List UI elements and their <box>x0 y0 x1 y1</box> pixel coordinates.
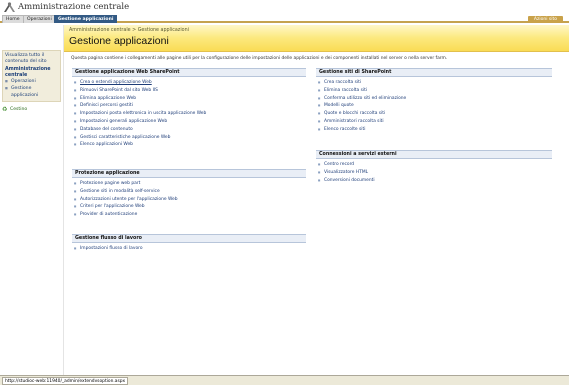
page-title: Gestione applicazioni <box>69 35 169 47</box>
link-create-site-collection[interactable]: Crea raccolta siti <box>316 79 552 87</box>
link-authentication-providers[interactable]: Provider di autenticazione <box>72 211 306 219</box>
section-heading: Connessioni a servizi esterni <box>316 150 552 159</box>
nav-item-operazioni[interactable]: Operazioni <box>5 78 58 85</box>
link-manage-features[interactable]: Gestisci caratteristiche applicazione We… <box>72 134 306 142</box>
link-self-service-sites[interactable]: Gestione siti in modalità self-service <box>72 188 306 196</box>
link-list: Centro record Visualizzatore HTML Conver… <box>316 159 552 184</box>
link-document-conversions[interactable]: Conversioni documenti <box>316 177 552 185</box>
section-heading: Gestione siti di SharePoint <box>316 68 552 77</box>
link-user-permissions[interactable]: Autorizzazioni utente per l'applicazione… <box>72 196 306 204</box>
link-web-app-list[interactable]: Elenco applicazioni Web <box>72 141 306 149</box>
sharepoint-logo-icon <box>4 2 15 12</box>
link-list: Crea o estendi applicazione Web Rimuovi … <box>72 77 306 149</box>
section-heading: Gestione applicazione Web SharePoint <box>72 68 306 77</box>
site-actions-button[interactable]: Azioni sito <box>527 16 563 23</box>
link-quota-templates[interactable]: Modelli quote <box>316 102 552 110</box>
link-managed-paths[interactable]: Definisci percorsi gestiti <box>72 102 306 110</box>
tab-home[interactable]: Home <box>2 15 24 23</box>
link-quotas-locks[interactable]: Quote e blocchi raccolta siti <box>316 110 552 118</box>
left-navigation: Visualizza tutto il contenuto del sito A… <box>0 25 64 375</box>
top-nav-tabs: Home Operazioni Gestione applicazioni Az… <box>0 14 569 23</box>
link-policy-web-app[interactable]: Criteri per l'applicazione Web <box>72 203 306 211</box>
link-content-databases[interactable]: Database del contenuto <box>72 126 306 134</box>
link-site-collection-list[interactable]: Elenco raccolte siti <box>316 126 552 134</box>
section-application-security: Protezione applicazione Protezione pagin… <box>72 169 306 219</box>
link-workflow-settings[interactable]: Impostazioni flusso di lavoro <box>72 245 306 253</box>
link-site-use-confirmation[interactable]: Conferma utilizzo siti ed eliminazione <box>316 95 552 103</box>
link-list: Crea raccolta siti Elimina raccolta siti… <box>316 77 552 134</box>
section-heading: Gestione flusso di lavoro <box>72 234 306 243</box>
title-bar: Amministrazione centrale <box>0 0 569 14</box>
link-list: Protezione pagine web part Gestione siti… <box>72 178 306 219</box>
link-web-part-security[interactable]: Protezione pagine web part <box>72 180 306 188</box>
link-records-center[interactable]: Centro record <box>316 161 552 169</box>
page-description: Questa pagina contiene i collegamenti al… <box>71 56 448 61</box>
section-workflow-management: Gestione flusso di lavoro Impostazioni f… <box>72 234 306 253</box>
recycle-bin-link[interactable]: Cestino <box>2 106 61 113</box>
nav-item-gestione-applicazioni[interactable]: Gestione applicazioni <box>5 85 58 99</box>
page-header: Amministrazione centrale > Gestione appl… <box>64 25 569 52</box>
section-web-app-management: Gestione applicazione Web SharePoint Cre… <box>72 68 306 149</box>
link-general-settings[interactable]: Impostazioni generali applicazione Web <box>72 118 306 126</box>
view-all-site-content-link[interactable]: Visualizza tutto il contenuto del sito <box>5 53 58 64</box>
link-create-extend-web-app[interactable]: Crea o estendi applicazione Web <box>72 79 306 87</box>
status-url: http://studioc-web:11940/_admin/extendvs… <box>2 377 129 385</box>
link-site-admins[interactable]: Amministratori raccolta siti <box>316 118 552 126</box>
link-html-viewer[interactable]: Visualizzatore HTML <box>316 169 552 177</box>
quick-launch: Visualizza tutto il contenuto del sito A… <box>2 50 61 102</box>
link-outgoing-email[interactable]: Impostazioni posta elettronica in uscita… <box>72 110 306 118</box>
link-delete-web-app[interactable]: Elimina applicazione Web <box>72 95 306 103</box>
section-site-management: Gestione siti di SharePoint Crea raccolt… <box>316 68 552 134</box>
section-heading: Protezione applicazione <box>72 169 306 178</box>
link-remove-sharepoint-iis[interactable]: Rimuovi SharePoint dal sito Web IIS <box>72 87 306 95</box>
tab-operazioni[interactable]: Operazioni <box>23 15 56 23</box>
app-title: Amministrazione centrale <box>18 2 130 12</box>
link-delete-site-collection[interactable]: Elimina raccolta siti <box>316 87 552 95</box>
browser-status-bar: http://studioc-web:11940/_admin/extendvs… <box>0 375 569 385</box>
nav-heading-central-admin[interactable]: Amministrazione centrale <box>5 67 58 78</box>
breadcrumb[interactable]: Amministrazione centrale > Gestione appl… <box>69 28 189 33</box>
tab-gestione-applicazioni[interactable]: Gestione applicazioni <box>54 15 118 23</box>
link-list: Impostazioni flusso di lavoro <box>72 243 306 253</box>
section-external-services: Connessioni a servizi esterni Centro rec… <box>316 150 552 184</box>
